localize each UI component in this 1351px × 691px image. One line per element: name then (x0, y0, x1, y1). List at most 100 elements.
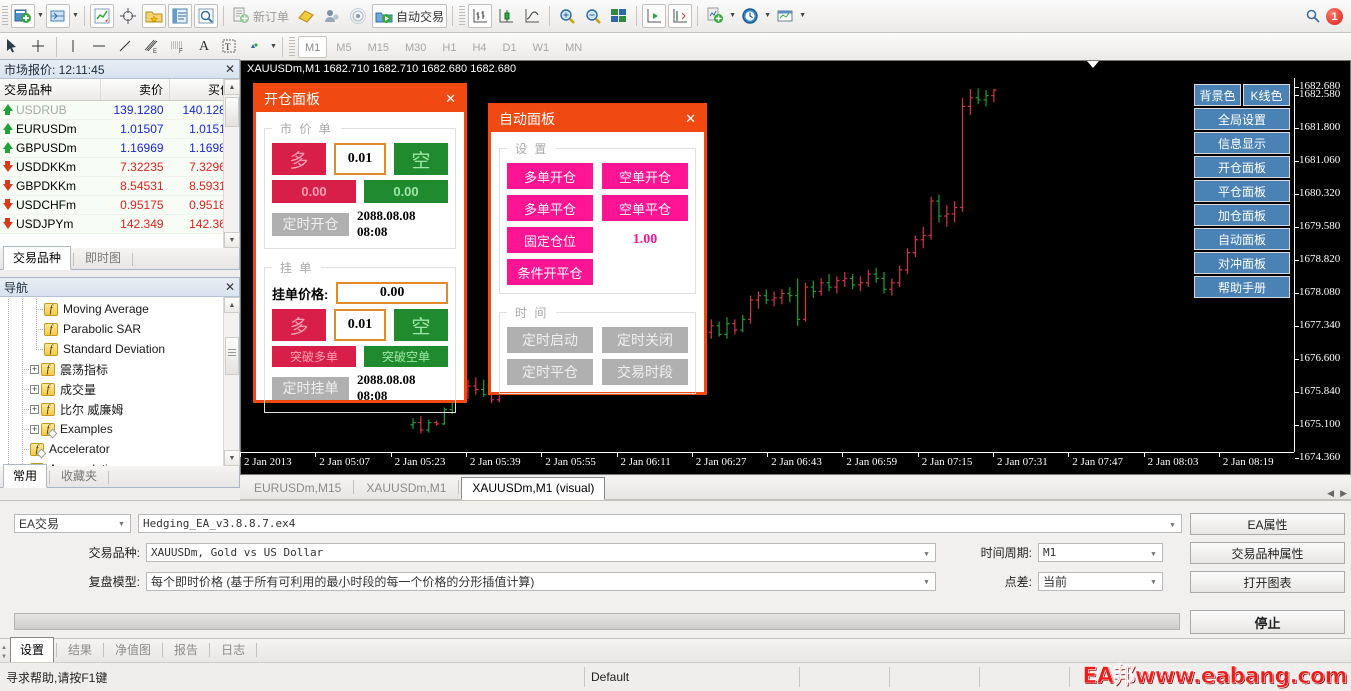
scroll-up-icon[interactable]: ▲ (224, 297, 240, 313)
timeframe-button-m15[interactable]: M15 (361, 36, 396, 58)
toolbar-grip[interactable] (2, 6, 8, 26)
timed-close-button[interactable]: 定时平仓 (507, 359, 593, 385)
scroll-down-icon[interactable]: ▼ (224, 232, 240, 248)
new-order-button[interactable]: 新订单 (229, 4, 292, 28)
spread-select[interactable]: 当前 ▼ (1038, 572, 1163, 591)
tester-tab-3[interactable]: 报告 (165, 638, 207, 662)
terminal-button[interactable] (168, 4, 192, 28)
shapes-button[interactable] (244, 35, 268, 59)
profiles-dropdown-arrow[interactable]: ▼ (71, 4, 80, 28)
shift-chart-button[interactable] (642, 4, 667, 28)
candle-chart-button[interactable] (494, 4, 518, 28)
period-dropdown-arrow[interactable]: ▼ (763, 4, 772, 28)
quote-row[interactable]: USDDKKm 7.32235 7.32966 (0, 157, 239, 177)
navigator-scrollbar[interactable]: ▲ ▼ (223, 297, 240, 466)
text-button[interactable]: A (192, 35, 216, 59)
new-chart-dropdown-arrow[interactable]: ▼ (36, 4, 45, 28)
timed-stop-button[interactable]: 定时关闭 (602, 327, 688, 353)
chart-tab-0[interactable]: EURUSDm,M15 (244, 478, 351, 499)
text-label-button[interactable]: T (218, 35, 242, 59)
quotes-col-header[interactable]: 卖价 (100, 79, 171, 101)
quote-row[interactable]: GBPUSDm 1.16969 1.16981 (0, 138, 239, 158)
profiles-button[interactable] (46, 4, 70, 28)
pending-lot-input[interactable]: 0.01 (334, 309, 386, 341)
chevron-down-icon[interactable]: ▼ (1147, 547, 1160, 560)
navigator-item[interactable]: + f 震荡指标 (2, 359, 239, 379)
vertical-line-button[interactable] (62, 35, 86, 59)
timeframe-grip[interactable] (289, 36, 295, 57)
pending-sell-button[interactable]: 空 (394, 309, 448, 341)
tester-tab-0[interactable]: 设置 (10, 637, 55, 663)
symbol-properties-button[interactable]: 交易品种属性 (1190, 542, 1345, 564)
navigator-button[interactable] (142, 4, 166, 28)
open-chart-button[interactable]: 打开图表 (1190, 571, 1345, 593)
fixed-lot-button[interactable]: 固定仓位 (507, 227, 593, 253)
navigator-tab-1[interactable]: 收藏夹 (52, 465, 106, 487)
shapes-dropdown-arrow[interactable]: ▼ (269, 35, 278, 59)
navigator-item[interactable]: + f 成交量 (2, 379, 239, 399)
navigator-item[interactable]: + f Examples (2, 419, 239, 439)
market-watch-tab-1[interactable]: 即时图 (76, 247, 130, 269)
trend-line-button[interactable] (114, 35, 138, 59)
chart-tab-1[interactable]: XAUUSDm,M1 (356, 478, 456, 499)
price-axis[interactable]: 1682.680 1682.580 1681.800 1681.060 1680.320… (1294, 78, 1350, 463)
auto-trading-button[interactable]: 自动交易 (372, 4, 448, 28)
chevron-down-icon[interactable]: ▼ (1147, 576, 1160, 589)
timeframe-button-m5[interactable]: M5 (329, 36, 358, 58)
expert-properties-button[interactable]: EA属性 (1190, 513, 1345, 535)
metaeditor-button[interactable] (294, 4, 318, 28)
quote-row[interactable]: USDCHFm 0.95175 0.95189 (0, 195, 239, 215)
period-select[interactable]: M1 ▼ (1038, 543, 1163, 562)
new-chart-button[interactable] (11, 4, 35, 28)
pending-price-input[interactable]: 0.00 (336, 282, 448, 304)
fibonacci-button[interactable]: F (166, 35, 190, 59)
timed-start-button[interactable]: 定时启动 (507, 327, 593, 353)
market-sell-button[interactable]: 空 (394, 143, 448, 175)
timeframe-button-mn[interactable]: MN (558, 36, 589, 58)
market-buy-price[interactable]: 0.00 (272, 180, 356, 203)
chevron-down-icon[interactable]: ▼ (1166, 518, 1179, 531)
line-chart-button[interactable] (520, 4, 544, 28)
chart-panel-button-5[interactable]: 自动面板 (1194, 228, 1290, 250)
signals-button[interactable] (346, 4, 370, 28)
market-watch-tab-0[interactable]: 交易品种 (3, 246, 72, 270)
auto-sell-close-button[interactable]: 空单平仓 (602, 195, 688, 221)
trading-session-button[interactable]: 交易时段 (602, 359, 688, 385)
period-button[interactable] (738, 4, 762, 28)
quote-row[interactable]: GBPDKKm 8.54531 8.59319 (0, 176, 239, 196)
templates-dropdown-arrow[interactable]: ▼ (798, 4, 807, 28)
chart-panel-button-3[interactable]: 平仓面板 (1194, 180, 1290, 202)
chevron-down-icon[interactable]: ▼ (920, 547, 933, 560)
toolbar-grip-2[interactable] (459, 6, 466, 26)
navigator-item[interactable]: f Parabolic SAR (2, 319, 239, 339)
tester-tab-1[interactable]: 结果 (59, 638, 101, 662)
templates-button[interactable] (773, 4, 797, 28)
market-buy-button[interactable]: 多 (272, 143, 326, 175)
model-select[interactable]: 每个即时价格 (基于所有可利用的最小时段的每一个价格的分形插值计算) ▼ (146, 572, 936, 591)
chart-tab-2[interactable]: XAUUSDm,M1 (visual) (461, 477, 606, 500)
auto-scroll-button[interactable] (668, 4, 693, 28)
timeframe-button-h4[interactable]: H4 (465, 36, 493, 58)
search-button[interactable] (1301, 4, 1325, 28)
time-axis[interactable]: 2 Jan 2013 2 Jan 05:07 2 Jan 05:23 2 Jan 05… (240, 452, 1294, 474)
mql-community-button[interactable] (320, 4, 344, 28)
tester-panel-grip[interactable]: ▲ ▼ (0, 638, 10, 662)
conditional-open-close-button[interactable]: 条件开平仓 (507, 259, 593, 285)
timeframe-button-m1[interactable]: M1 (298, 35, 328, 58)
timeframe-button-h1[interactable]: H1 (435, 36, 463, 58)
navigator-item[interactable]: f Moving Average (2, 299, 239, 319)
close-icon[interactable]: ✕ (685, 111, 696, 127)
chart-color-button-1[interactable]: K线色 (1243, 84, 1290, 106)
timeframe-button-m30[interactable]: M30 (398, 36, 433, 58)
strategy-tester-button[interactable] (194, 4, 218, 28)
timeframe-button-d1[interactable]: D1 (496, 36, 524, 58)
notification-badge[interactable]: 1 (1326, 8, 1343, 25)
navigator-item[interactable]: f Accelerator (2, 439, 239, 459)
expand-icon[interactable]: + (30, 364, 39, 374)
quote-row[interactable]: EURUSDm 1.01507 1.01517 (0, 119, 239, 139)
tester-mode-select[interactable]: EA交易 ▼ (14, 514, 131, 533)
market-watch-button[interactable] (90, 4, 114, 28)
cursor-tool-button[interactable] (1, 35, 25, 59)
tester-tab-2[interactable]: 净值图 (106, 638, 160, 662)
auto-sell-open-button[interactable]: 空单开仓 (602, 163, 688, 189)
